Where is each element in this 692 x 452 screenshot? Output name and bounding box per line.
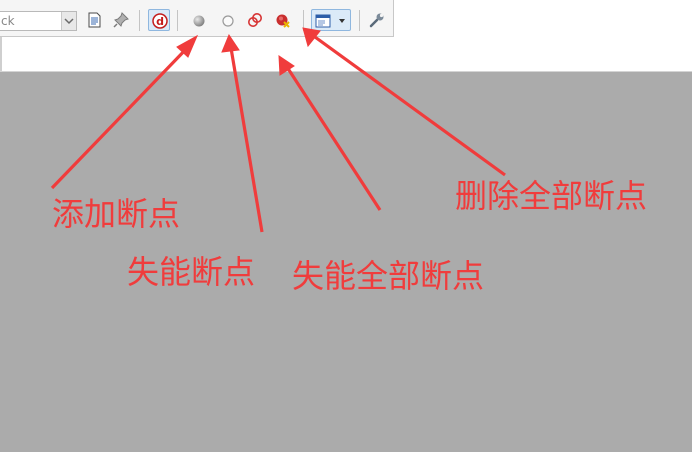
chevron-down-icon (339, 19, 345, 23)
separator (177, 10, 178, 31)
window-menu-icon (315, 14, 331, 28)
disable-all-breakpoints-button[interactable] (244, 9, 266, 31)
label-add-breakpoint: 添加断点 (52, 195, 181, 233)
label-disable-breakpoint: 失能断点 (127, 253, 256, 291)
panel-edge (0, 37, 2, 71)
separator (359, 10, 360, 31)
debug-button[interactable]: d (148, 9, 170, 31)
add-breakpoint-button[interactable] (188, 9, 210, 31)
delete-all-breakpoints-button[interactable] (272, 9, 294, 31)
chevron-down-icon[interactable] (61, 12, 76, 30)
document-icon (88, 12, 101, 28)
pin-icon (113, 12, 129, 28)
window-menu-button[interactable] (311, 9, 351, 31)
label-disable-all-breakpoints: 失能全部断点 (292, 257, 485, 295)
wrench-icon (369, 13, 384, 28)
breakpoint-hollow-icon (222, 15, 234, 27)
target-combo[interactable]: ck (0, 11, 77, 31)
debug-icon: d (152, 13, 168, 29)
editor-tab-strip (0, 37, 692, 72)
pin-button[interactable] (110, 9, 132, 31)
toolbar: ck d (0, 0, 394, 37)
combo-text: ck (1, 14, 15, 28)
svg-text:d: d (156, 15, 164, 28)
label-delete-all-breakpoints: 删除全部断点 (455, 177, 648, 215)
document-button[interactable] (84, 9, 106, 31)
separator (303, 10, 304, 31)
settings-button[interactable] (366, 9, 388, 31)
separator (139, 10, 140, 31)
breakpoint-filled-icon (193, 15, 205, 27)
disable-breakpoint-button[interactable] (217, 9, 239, 31)
breakpoints-delete-all-icon (276, 14, 290, 28)
breakpoints-disable-all-icon (248, 13, 262, 27)
